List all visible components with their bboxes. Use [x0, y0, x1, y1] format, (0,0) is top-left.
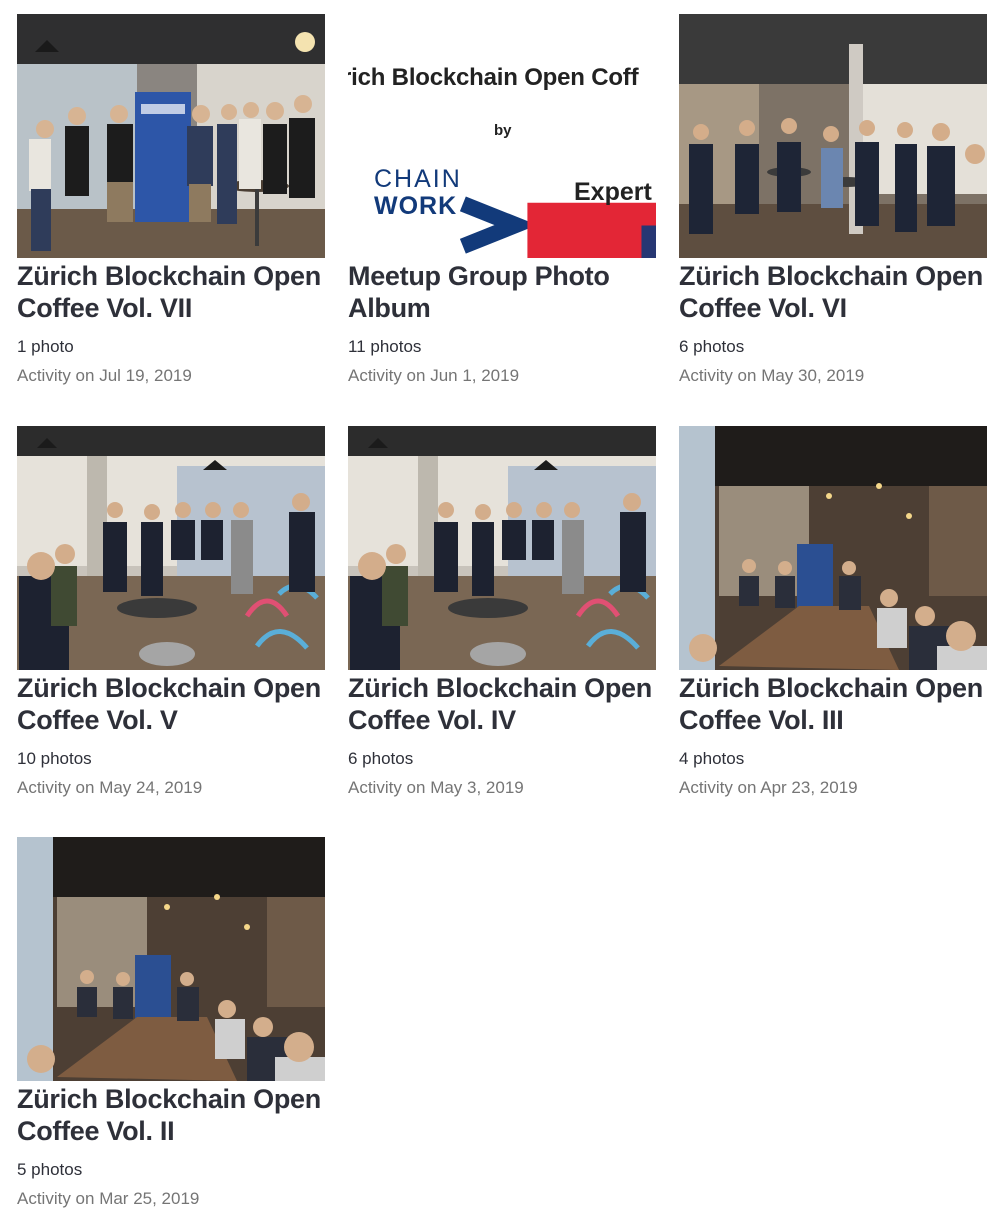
album-card[interactable]: Zürich Blockchain Open Coffee Vol. V 10 …	[17, 426, 327, 799]
event-title-text: rich Blockchain Open Coff	[348, 64, 639, 91]
album-card[interactable]: Zürich Blockchain Open Coffee Vol. VI 6 …	[679, 14, 989, 387]
group-photo-image	[348, 426, 656, 670]
chainwork-logo: CHAIN WORK	[374, 166, 462, 220]
album-thumbnail[interactable]	[679, 426, 987, 670]
photo-count: 4 photos	[679, 749, 745, 768]
album-title[interactable]: Zürich Blockchain Open Coffee Vol. VII	[17, 258, 327, 324]
by-text: by	[494, 122, 512, 139]
group-photo-image	[17, 14, 325, 258]
chainwork-logo-top: CHAIN	[374, 165, 462, 193]
album-thumbnail[interactable]	[17, 837, 325, 1081]
album-card[interactable]: rich Blockchain Open Coff by CHAIN WORK …	[348, 14, 658, 387]
album-card[interactable]: Zürich Blockchain Open Coffee Vol. IV 6 …	[348, 426, 658, 799]
album-thumbnail[interactable]	[679, 14, 987, 258]
activity-date: Activity on Jun 1, 2019	[348, 366, 520, 385]
photo-count: 1 photo	[17, 337, 74, 356]
album-title[interactable]: Meetup Group Photo Album	[348, 258, 658, 324]
photo-count: 6 photos	[679, 337, 745, 356]
meeting-photo-image	[17, 837, 325, 1081]
album-thumbnail[interactable]	[17, 14, 325, 258]
album-thumbnail[interactable]	[17, 426, 325, 670]
album-thumbnail[interactable]	[348, 426, 656, 670]
activity-date: Activity on May 30, 2019	[679, 366, 865, 385]
activity-date: Activity on May 3, 2019	[348, 778, 524, 797]
photo-count: 6 photos	[348, 749, 414, 768]
album-title[interactable]: Zürich Blockchain Open Coffee Vol. III	[679, 670, 989, 736]
photo-count: 11 photos	[348, 337, 422, 356]
group-photo-image	[679, 14, 987, 258]
photo-count: 10 photos	[17, 749, 92, 768]
album-title[interactable]: Zürich Blockchain Open Coffee Vol. II	[17, 1081, 327, 1147]
album-thumbnail[interactable]: rich Blockchain Open Coff by CHAIN WORK …	[348, 14, 656, 258]
album-title[interactable]: Zürich Blockchain Open Coffee Vol. V	[17, 670, 327, 736]
album-title[interactable]: Zürich Blockchain Open Coffee Vol. IV	[348, 670, 658, 736]
album-card[interactable]: Zürich Blockchain Open Coffee Vol. II 5 …	[17, 837, 327, 1210]
expert-logo-text: Expert	[574, 178, 652, 206]
album-card[interactable]: Zürich Blockchain Open Coffee Vol. III 4…	[679, 426, 989, 799]
chainwork-logo-bottom: WORK	[374, 192, 458, 220]
activity-date: Activity on May 24, 2019	[17, 778, 203, 797]
album-title[interactable]: Zürich Blockchain Open Coffee Vol. VI	[679, 258, 989, 324]
album-card[interactable]: Zürich Blockchain Open Coffee Vol. VII 1…	[17, 14, 327, 387]
group-photo-image	[17, 426, 325, 670]
photo-count: 5 photos	[17, 1160, 83, 1179]
activity-date: Activity on Jul 19, 2019	[17, 366, 192, 385]
activity-date: Activity on Mar 25, 2019	[17, 1189, 200, 1208]
activity-date: Activity on Apr 23, 2019	[679, 778, 858, 797]
meeting-photo-image	[679, 426, 987, 670]
